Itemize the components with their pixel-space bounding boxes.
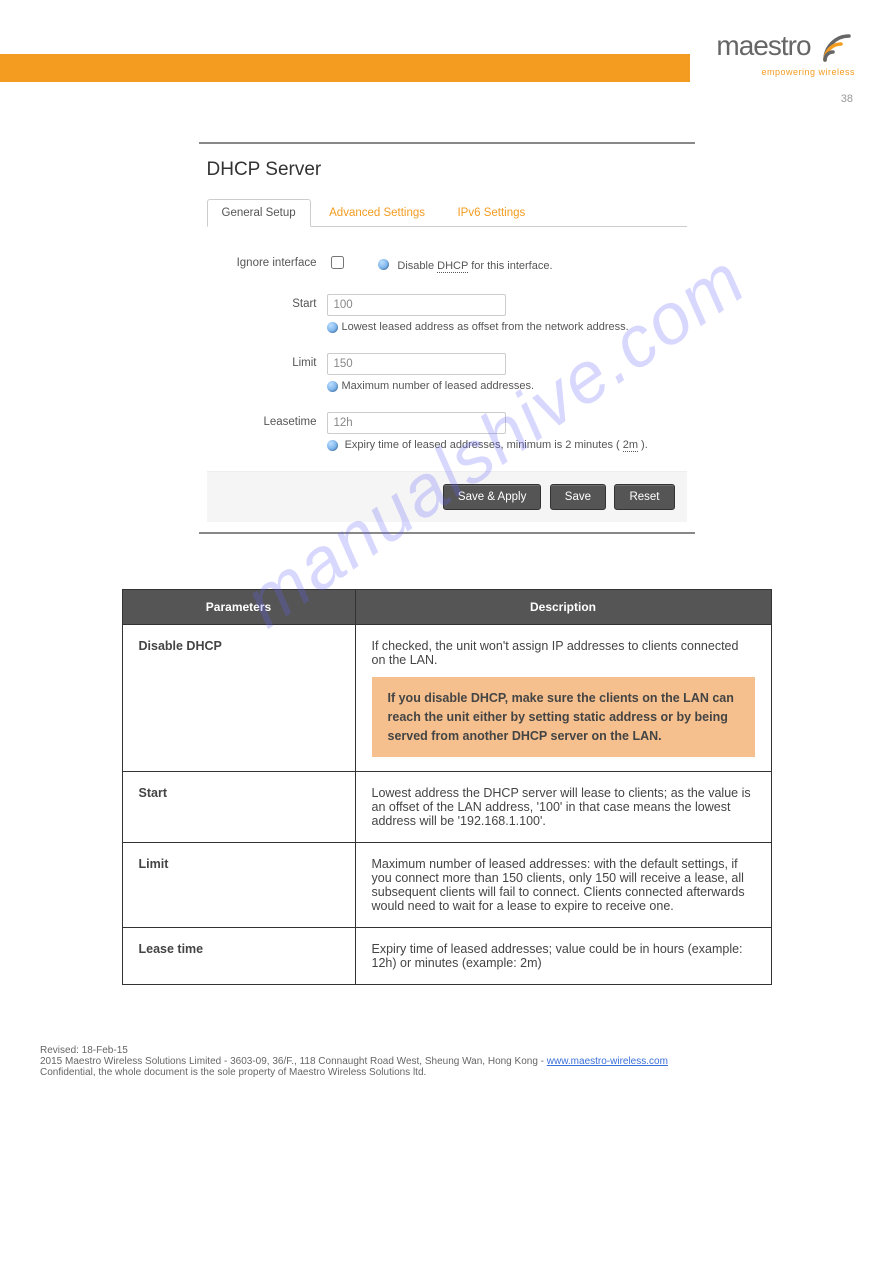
help-limit: Maximum number of leased addresses. xyxy=(342,380,535,392)
footer-addr-text: 2015 Maestro Wireless Solutions Limited … xyxy=(40,1056,547,1067)
row-ignore: Ignore interface Disable DHCP for this i… xyxy=(207,253,687,274)
logo-tagline: empowering wireless xyxy=(716,67,855,77)
params-table: Parameters Description Disable DHCP If c… xyxy=(122,589,772,985)
param-name: Start xyxy=(122,772,355,843)
param-name: Lease time xyxy=(122,928,355,985)
footer-link[interactable]: www.maestro-wireless.com xyxy=(547,1056,668,1067)
footer: Revised: 18-Feb-15 2015 Maestro Wireless… xyxy=(0,1045,893,1108)
th-desc: Description xyxy=(355,590,771,625)
help-start: Lowest leased address as offset from the… xyxy=(342,321,629,333)
footer-address: 2015 Maestro Wireless Solutions Limited … xyxy=(40,1056,853,1067)
help-lease-prefix: Expiry time of leased addresses, minimum… xyxy=(345,439,623,451)
table-row: Lease time Expiry time of leased address… xyxy=(122,928,771,985)
label-ignore: Ignore interface xyxy=(207,253,327,269)
info-icon xyxy=(327,322,338,333)
row-lease: Leasetime Expiry time of leased addresse… xyxy=(207,412,687,451)
row-limit: Limit Maximum number of leased addresses… xyxy=(207,353,687,392)
table-row: Limit Maximum number of leased addresses… xyxy=(122,843,771,928)
help-ignore-prefix: Disable xyxy=(397,260,437,272)
label-lease: Leasetime xyxy=(207,412,327,428)
signal-arcs-icon xyxy=(819,30,855,71)
footer-confidential: Confidential, the whole document is the … xyxy=(40,1067,853,1078)
info-icon xyxy=(378,259,389,270)
tab-general[interactable]: General Setup xyxy=(207,199,311,227)
row-start: Start Lowest leased address as offset fr… xyxy=(207,294,687,333)
tab-ipv6[interactable]: IPv6 Settings xyxy=(443,200,539,226)
tab-advanced[interactable]: Advanced Settings xyxy=(315,200,439,226)
label-start: Start xyxy=(207,294,327,310)
panel-title: DHCP Server xyxy=(207,159,687,181)
help-ignore-suffix: for this interface. xyxy=(468,260,552,272)
label-limit: Limit xyxy=(207,353,327,369)
help-ignore-dotted: DHCP xyxy=(437,260,468,273)
help-ignore: Disable DHCP for this interface. xyxy=(397,260,552,272)
input-limit[interactable] xyxy=(327,353,506,375)
confidential-label: CONFIDENTIAL xyxy=(40,93,342,104)
input-start[interactable] xyxy=(327,294,506,316)
param-desc: Lowest address the DHCP server will leas… xyxy=(355,772,771,843)
param-desc: Expiry time of leased addresses; value c… xyxy=(355,928,771,985)
param-desc: If checked, the unit won't assign IP add… xyxy=(355,625,771,772)
param-name: Limit xyxy=(122,843,355,928)
button-bar: Save & Apply Save Reset xyxy=(207,471,687,522)
param-name: Disable DHCP xyxy=(122,625,355,772)
help-lease-dotted: 2m xyxy=(623,439,638,452)
th-param: Parameters xyxy=(122,590,355,625)
reset-button[interactable]: Reset xyxy=(614,484,674,510)
input-lease[interactable] xyxy=(327,412,506,434)
help-lease-suffix: ). xyxy=(638,439,648,451)
tab-bar: General Setup Advanced Settings IPv6 Set… xyxy=(207,199,687,227)
checkbox-ignore[interactable] xyxy=(331,256,344,269)
help-lease: Expiry time of leased addresses, minimum… xyxy=(345,439,648,452)
save-button[interactable]: Save xyxy=(550,484,606,510)
info-icon xyxy=(327,381,338,392)
save-apply-button[interactable]: Save & Apply xyxy=(443,484,541,510)
logo: maestro empowering wireless xyxy=(716,30,855,77)
footer-date: Revised: 18-Feb-15 xyxy=(40,1045,128,1056)
page-number: 38 xyxy=(841,93,853,105)
table-row: Disable DHCP If checked, the unit won't … xyxy=(122,625,771,772)
warning-box: If you disable DHCP, make sure the clien… xyxy=(372,677,755,757)
top-orange-bar xyxy=(0,54,690,82)
desc-text: If checked, the unit won't assign IP add… xyxy=(372,639,755,667)
info-icon xyxy=(327,440,338,451)
dhcp-panel: DHCP Server General Setup Advanced Setti… xyxy=(199,142,695,534)
table-row: Start Lowest address the DHCP server wil… xyxy=(122,772,771,843)
param-desc: Maximum number of leased addresses: with… xyxy=(355,843,771,928)
logo-text: maestro xyxy=(716,30,810,61)
